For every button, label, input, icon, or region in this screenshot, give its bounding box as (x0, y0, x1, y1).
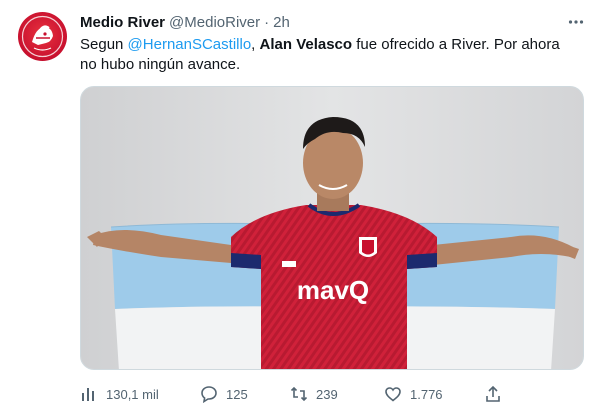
share-button[interactable] (484, 380, 510, 408)
header-separator: · (264, 13, 270, 31)
tweet-header: Medio River @MedioRiver · 2h (80, 12, 290, 32)
share-icon (484, 385, 502, 403)
reply-icon (200, 385, 218, 403)
views-button[interactable]: 130,1 mil (80, 380, 159, 408)
retweet-button[interactable]: 239 (290, 380, 338, 408)
avatar[interactable] (18, 12, 67, 61)
retweet-icon (290, 385, 308, 403)
text-comma: , (251, 36, 260, 53)
more-button[interactable] (566, 12, 586, 32)
text-pre: Segun (80, 36, 128, 53)
avatar-logo (21, 15, 64, 58)
media-photo: mavQ (81, 87, 583, 369)
heart-icon (384, 385, 402, 403)
tweet-text: Segun @HernanSCastillo, Alan Velasco fue… (80, 35, 580, 75)
views-count: 130,1 mil (106, 386, 159, 402)
author-handle[interactable]: @MedioRiver (169, 14, 260, 31)
more-icon (568, 20, 584, 24)
author-name[interactable]: Medio River (80, 14, 165, 31)
tweet[interactable]: Medio River @MedioRiver · 2h Segun @Hern… (0, 0, 600, 416)
like-button[interactable]: 1.776 (384, 380, 443, 408)
jersey: mavQ (231, 203, 437, 369)
reply-button[interactable]: 125 (200, 380, 248, 408)
mention-link[interactable]: @HernanSCastillo (128, 36, 252, 53)
analytics-icon (80, 385, 98, 403)
timestamp[interactable]: 2h (273, 14, 290, 31)
reply-count: 125 (226, 386, 248, 402)
like-count: 1.776 (410, 386, 443, 402)
tweet-actions: 130,1 mil 125 239 1.776 (72, 380, 512, 408)
tweet-media[interactable]: mavQ (80, 86, 584, 370)
jersey-sponsor: mavQ (297, 275, 369, 305)
bold-name: Alan Velasco (259, 36, 353, 53)
retweet-count: 239 (316, 386, 338, 402)
